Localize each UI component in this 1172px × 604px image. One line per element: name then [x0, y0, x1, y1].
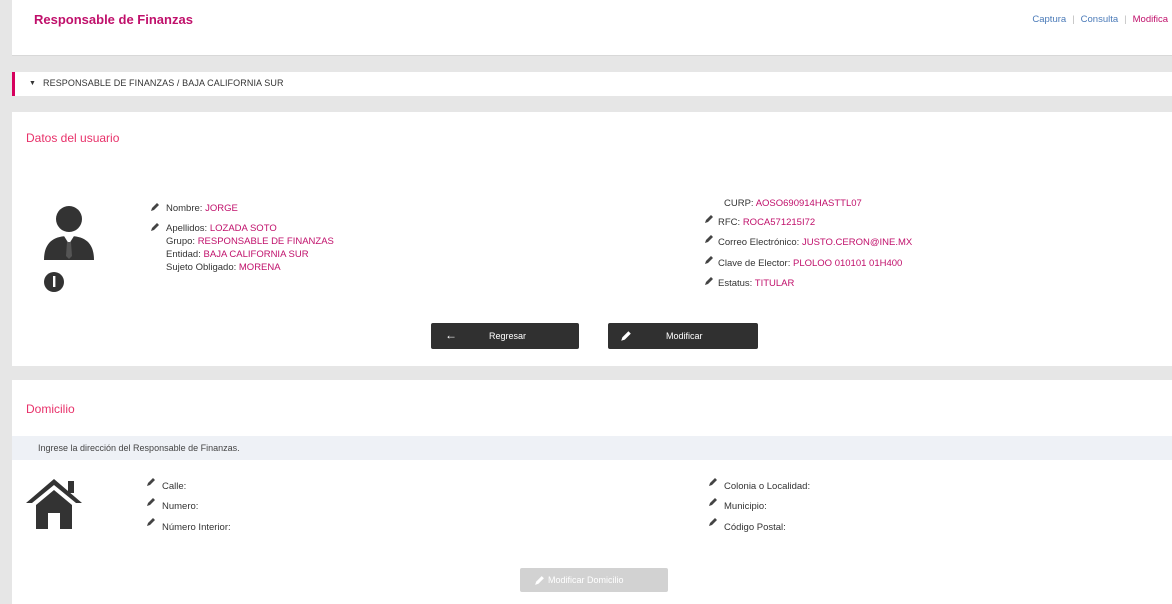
field-apellidos: Apellidos: LOZADA SOTO: [166, 223, 277, 234]
pencil-icon: [147, 478, 155, 486]
page-header: Responsable de Finanzas Captura | Consulta…: [12, 0, 1172, 56]
pencil-icon: [151, 223, 159, 231]
modify-button[interactable]: Modificar: [608, 323, 758, 349]
address-card: Domicilio Ingrese la dirección del Respo…: [12, 380, 1172, 604]
pencil-icon: [147, 498, 155, 506]
nav-captura-link[interactable]: Captura: [1032, 14, 1066, 25]
user-data-card: Datos del usuario Nombre: JORGE Apellido…: [12, 112, 1172, 366]
field-numero-interior: Número Interior:: [162, 522, 231, 533]
field-estatus: Estatus: TITULAR: [718, 278, 795, 289]
field-curp: CURP: AOSO690914HASTTL07: [724, 198, 862, 209]
pencil-icon: [709, 498, 717, 506]
address-section-title: Domicilio: [26, 402, 75, 416]
pencil-icon: [151, 203, 159, 211]
field-rfc: RFC: ROCA571215I72: [718, 217, 816, 228]
pencil-icon: [705, 277, 713, 285]
pencil-icon: [709, 518, 717, 526]
field-clave-elector: Clave de Elector: PLOLOO 010101 01H400: [718, 258, 903, 269]
nav-separator: |: [1072, 14, 1075, 25]
arrow-left-icon: ←: [445, 328, 457, 342]
nav-modifica-link[interactable]: Modifica: [1133, 14, 1168, 25]
top-nav: Captura | Consulta | Modifica: [1032, 14, 1168, 25]
field-municipio: Municipio:: [724, 501, 767, 512]
pencil-icon: [709, 478, 717, 486]
pencil-icon: [705, 256, 713, 264]
breadcrumb-text: RESPONSABLE DE FINANZAS / BAJA CALIFORNI…: [43, 78, 284, 88]
pencil-icon: [535, 576, 544, 585]
field-codigo-postal: Código Postal:: [724, 522, 786, 533]
pencil-icon: [621, 331, 631, 341]
caret-down-icon: ▼: [29, 80, 36, 87]
instruction-band: Ingrese la dirección del Responsable de …: [12, 436, 1172, 460]
pencil-icon: [147, 518, 155, 526]
field-colonia: Colonia o Localidad:: [724, 481, 811, 492]
modify-address-button[interactable]: Modificar Domicilio: [520, 568, 668, 592]
pencil-icon: [705, 215, 713, 223]
user-section-title: Datos del usuario: [26, 131, 120, 145]
nav-separator: |: [1124, 14, 1127, 25]
field-sujeto-obligado: Sujeto Obligado: MORENA: [166, 262, 281, 273]
breadcrumb[interactable]: ▼ RESPONSABLE DE FINANZAS / BAJA CALIFOR…: [12, 72, 1172, 96]
field-entidad: Entidad: BAJA CALIFORNIA SUR: [166, 249, 309, 260]
field-grupo: Grupo: RESPONSABLE DE FINANZAS: [166, 236, 334, 247]
field-correo: Correo Electrónico: JUSTO.CERON@INE.MX: [718, 237, 913, 248]
field-nombre: Nombre: JORGE: [166, 203, 238, 214]
field-calle: Calle:: [162, 481, 187, 492]
field-numero: Numero:: [162, 501, 199, 512]
house-icon: [26, 479, 82, 529]
pencil-icon: [705, 235, 713, 243]
user-avatar-icon: [44, 206, 94, 292]
instruction-text: Ingrese la dirección del Responsable de …: [38, 443, 240, 453]
nav-consulta-link[interactable]: Consulta: [1081, 14, 1119, 25]
back-button[interactable]: ← Regresar: [431, 323, 579, 349]
page-title: Responsable de Finanzas: [34, 12, 193, 27]
